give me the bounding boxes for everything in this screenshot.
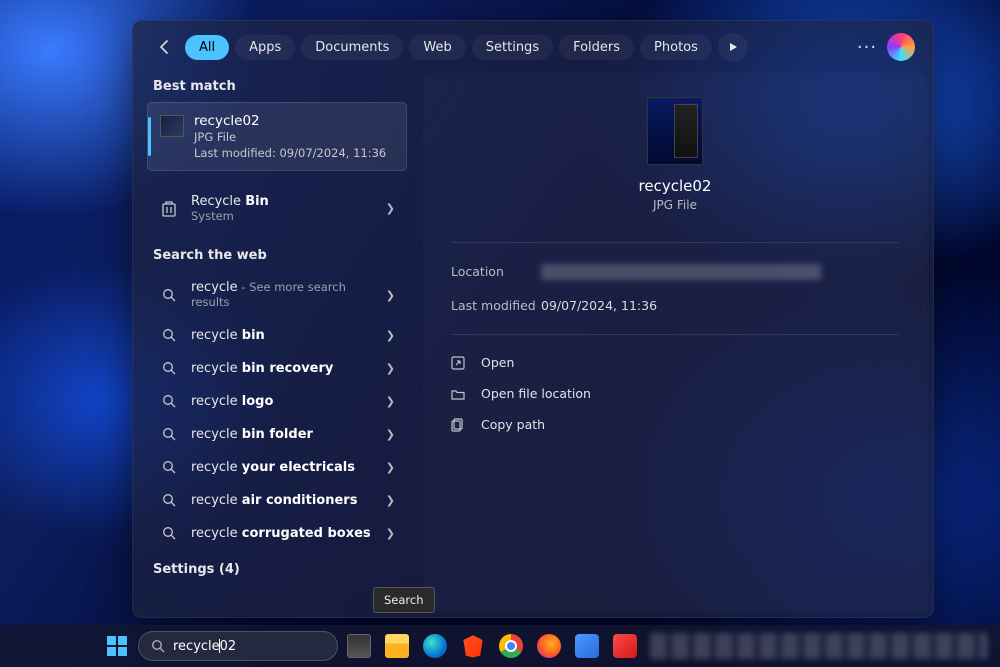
search-icon [159, 361, 179, 376]
meta-location: Location [451, 255, 899, 289]
best-match-type: JPG File [194, 130, 394, 144]
tab-settings[interactable]: Settings [472, 35, 553, 60]
folder-icon [451, 387, 467, 401]
arrow-left-icon [157, 39, 173, 55]
preview-thumbnail [647, 97, 703, 165]
tab-apps[interactable]: Apps [235, 35, 295, 60]
more-options-button[interactable]: ··· [853, 33, 881, 61]
tab-documents[interactable]: Documents [301, 35, 403, 60]
chevron-right-icon: ❯ [386, 494, 395, 507]
chevron-right-icon: ❯ [386, 461, 395, 474]
chevron-right-icon: ❯ [386, 289, 395, 302]
web-result-0[interactable]: recycle - See more search results❯ [145, 271, 409, 319]
start-button[interactable] [100, 629, 134, 663]
chevron-right-icon: ❯ [386, 395, 395, 408]
app-blue-button[interactable] [570, 629, 604, 663]
meta-modified: Last modified 09/07/2024, 11:36 [451, 289, 899, 322]
results-column: Best match recycle02 JPG File Last modif… [143, 65, 415, 611]
edge-button[interactable] [418, 629, 452, 663]
search-icon [159, 328, 179, 343]
action-open[interactable]: Open [451, 347, 899, 378]
chevron-right-icon: ❯ [386, 527, 395, 540]
tab-photos[interactable]: Photos [640, 35, 712, 60]
app-red-button[interactable] [608, 629, 642, 663]
brave-button[interactable] [456, 629, 490, 663]
location-value-redacted [541, 264, 821, 280]
section-best-match: Best match [143, 73, 415, 102]
taskbar: recycle02 [0, 625, 1000, 667]
copilot-button[interactable] [887, 33, 915, 61]
search-icon [159, 288, 179, 303]
web-result-7[interactable]: recycle corrugated boxes❯ [145, 517, 409, 550]
tab-web[interactable]: Web [409, 35, 465, 60]
taskbar-tray-redacted [650, 633, 988, 659]
file-thumbnail-icon [160, 115, 184, 137]
web-result-4[interactable]: recycle bin folder❯ [145, 418, 409, 451]
chevron-right-icon: ❯ [386, 428, 395, 441]
copy-icon [451, 418, 467, 432]
chevron-right-icon: ❯ [386, 362, 395, 375]
search-icon [159, 460, 179, 475]
web-result-1[interactable]: recycle bin❯ [145, 319, 409, 352]
best-match-modified: Last modified: 09/07/2024, 11:36 [194, 146, 394, 160]
action-open-location[interactable]: Open file location [451, 378, 899, 409]
web-result-6[interactable]: recycle air conditioners❯ [145, 484, 409, 517]
tab-folders[interactable]: Folders [559, 35, 634, 60]
search-icon [159, 493, 179, 508]
web-result-3[interactable]: recycle logo❯ [145, 385, 409, 418]
file-explorer-button[interactable] [380, 629, 414, 663]
section-settings: Settings (4) [143, 556, 415, 585]
search-icon [159, 427, 179, 442]
search-icon [159, 526, 179, 541]
search-icon [151, 639, 165, 653]
chevron-right-icon: ❯ [386, 202, 395, 215]
tab-all[interactable]: All [185, 35, 229, 60]
taskbar-search-input[interactable]: recycle02 [138, 631, 338, 661]
windows-search-panel: All Apps Documents Web Settings Folders … [132, 20, 934, 618]
search-tabs-row: All Apps Documents Web Settings Folders … [133, 21, 933, 65]
play-icon [728, 42, 738, 52]
tab-overflow[interactable] [718, 33, 748, 61]
preview-filetype: JPG File [653, 198, 697, 212]
result-recycle-bin[interactable]: Recycle Bin System ❯ [145, 185, 409, 232]
recycle-bin-icon [159, 200, 179, 218]
task-view-button[interactable] [342, 629, 376, 663]
preview-pane: recycle02 JPG File Location Last modifie… [423, 73, 927, 611]
web-result-2[interactable]: recycle bin recovery❯ [145, 352, 409, 385]
chevron-right-icon: ❯ [386, 329, 395, 342]
firefox-button[interactable] [532, 629, 566, 663]
best-match-title: recycle02 [194, 113, 394, 129]
search-tooltip: Search [373, 587, 435, 613]
action-copy-path[interactable]: Copy path [451, 409, 899, 440]
back-button[interactable] [151, 33, 179, 61]
best-match-result[interactable]: recycle02 JPG File Last modified: 09/07/… [147, 102, 407, 171]
windows-logo-icon [101, 630, 133, 662]
open-icon [451, 356, 467, 370]
preview-title: recycle02 [639, 177, 712, 195]
section-search-web: Search the web [143, 242, 415, 271]
search-icon [159, 394, 179, 409]
web-result-5[interactable]: recycle your electricals❯ [145, 451, 409, 484]
chrome-button[interactable] [494, 629, 528, 663]
